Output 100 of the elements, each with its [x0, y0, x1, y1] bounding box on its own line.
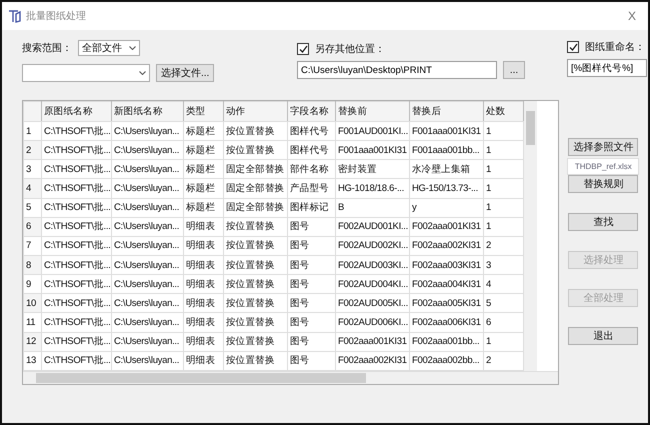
table-cell: 部件名称 [288, 160, 336, 179]
table-cell: F002aaa001bb... [410, 332, 484, 352]
table-cell: C:\Users\luyan... [112, 351, 184, 370]
table-cell: C:\Users\luyan... [112, 236, 184, 256]
file-dropdown[interactable] [22, 64, 150, 82]
checkbox[interactable] [297, 43, 309, 55]
table-cell: y [410, 198, 484, 218]
table-cell: 图样标记 [288, 198, 336, 218]
table-cell: C:\THSOFT\批... [42, 332, 112, 352]
table-cell: 按位置替换 [224, 351, 288, 370]
side-button[interactable]: 退出 [568, 327, 638, 345]
table-cell: 6 [484, 312, 524, 332]
table-cell: F001aaa001KI31 [410, 122, 484, 141]
column-header[interactable]: 类型 [184, 102, 224, 122]
column-header[interactable]: 新图纸名称 [112, 102, 184, 122]
table-cell: 按位置替换 [224, 332, 288, 352]
table-cell: 2 [484, 236, 524, 256]
table-cell: HG-1018/18.6-... [336, 178, 410, 198]
table-cell: F002AUD004KI... [336, 274, 410, 294]
table-cell: C:\THSOFT\批... [42, 198, 112, 218]
table-cell: C:\Users\luyan... [112, 160, 184, 179]
chevron-down-icon [129, 46, 136, 50]
close-button[interactable]: X [622, 9, 642, 23]
table-cell: 标题栏 [184, 178, 224, 198]
table-cell: 1 [484, 122, 524, 141]
table-cell: F002aaa001KI31 [336, 332, 410, 352]
table-cell: 1 [484, 160, 524, 179]
table-cell: F002aaa004KI31 [410, 274, 484, 294]
table-cell: 明细表 [184, 217, 224, 236]
table-cell: 标题栏 [184, 122, 224, 141]
checkbox[interactable] [567, 41, 579, 53]
table-cell: C:\THSOFT\批... [42, 351, 112, 370]
table-cell: 明细表 [184, 332, 224, 352]
table-cell: 图号 [288, 332, 336, 352]
table-cell: 图号 [288, 236, 336, 256]
table-cell: 固定全部替换 [224, 198, 288, 218]
table-cell: 图号 [288, 312, 336, 332]
row-number: 2 [24, 140, 42, 160]
row-number: 10 [24, 294, 42, 313]
column-header[interactable]: 处数 [484, 102, 524, 122]
table-cell: 按位置替换 [224, 236, 288, 256]
table-cell: F002AUD006KI... [336, 312, 410, 332]
window-title: 批量图纸处理 [26, 10, 87, 23]
chevron-down-icon [139, 71, 146, 75]
table-cell: 固定全部替换 [224, 178, 288, 198]
row-number: 9 [24, 274, 42, 294]
table-cell: F002aaa002bb... [410, 351, 484, 370]
table-cell: F002aaa006KI31 [410, 312, 484, 332]
side-button[interactable]: 替换规则 [568, 175, 638, 193]
table-cell: F002AUD002KI... [336, 236, 410, 256]
horizontal-scrollbar[interactable] [23, 371, 558, 384]
table-cell: F002aaa001KI31 [410, 217, 484, 236]
vertical-scrollbar[interactable] [524, 101, 537, 371]
side-button[interactable]: 查找 [568, 213, 638, 231]
row-number: 13 [24, 351, 42, 370]
table-cell: 明细表 [184, 274, 224, 294]
table-cell: C:\THSOFT\批... [42, 236, 112, 256]
rename-label: 图纸重命名： [585, 40, 645, 54]
table-cell: 图号 [288, 274, 336, 294]
table-cell: 图号 [288, 217, 336, 236]
table-cell: 4 [484, 274, 524, 294]
table-cell: 密封装置 [336, 160, 410, 179]
table-cell: 产品型号 [288, 178, 336, 198]
table-cell: C:\THSOFT\批... [42, 122, 112, 141]
row-number: 4 [24, 178, 42, 198]
column-header[interactable]: 替换后 [410, 102, 484, 122]
column-header[interactable]: 字段名称 [288, 102, 336, 122]
search-scope-dropdown[interactable]: 全部文件 [78, 40, 140, 56]
table-cell: F001AUD001KI... [336, 122, 410, 141]
table-cell: 固定全部替换 [224, 160, 288, 179]
table-cell: C:\THSOFT\批... [42, 312, 112, 332]
table-cell: 标题栏 [184, 160, 224, 179]
save-elsewhere-label: 另存其他位置： [315, 42, 385, 56]
row-number: 6 [24, 217, 42, 236]
table-cell: 按位置替换 [224, 274, 288, 294]
row-number: 12 [24, 332, 42, 352]
app-icon [8, 9, 22, 23]
table-cell: C:\Users\luyan... [112, 198, 184, 218]
table-cell: 1 [484, 198, 524, 218]
table-cell: B [336, 198, 410, 218]
table-cell: C:\Users\luyan... [112, 332, 184, 352]
table-cell: C:\THSOFT\批... [42, 160, 112, 179]
row-number: 7 [24, 236, 42, 256]
path-field[interactable]: C:\Users\luyan\Desktop\PRINT [297, 61, 497, 79]
select-file-button[interactable]: 选择文件... [156, 64, 214, 82]
row-number: 1 [24, 122, 42, 141]
table-cell: C:\Users\luyan... [112, 178, 184, 198]
select-reference-file-button[interactable]: 选择参照文件 [568, 138, 638, 156]
browse-button[interactable]: ... [503, 61, 525, 79]
column-header[interactable]: 动作 [224, 102, 288, 122]
table-cell: 按位置替换 [224, 217, 288, 236]
table-cell: C:\Users\luyan... [112, 217, 184, 236]
table-cell: 图号 [288, 351, 336, 370]
column-header[interactable]: 替换前 [336, 102, 410, 122]
table-cell: C:\Users\luyan... [112, 274, 184, 294]
column-header[interactable]: 原图纸名称 [42, 102, 112, 122]
row-number: 8 [24, 255, 42, 275]
table-cell: C:\THSOFT\批... [42, 178, 112, 198]
table-cell: 水冷壁上集箱 [410, 160, 484, 179]
rename-pattern-field[interactable]: [%图样代号%] [567, 59, 647, 77]
